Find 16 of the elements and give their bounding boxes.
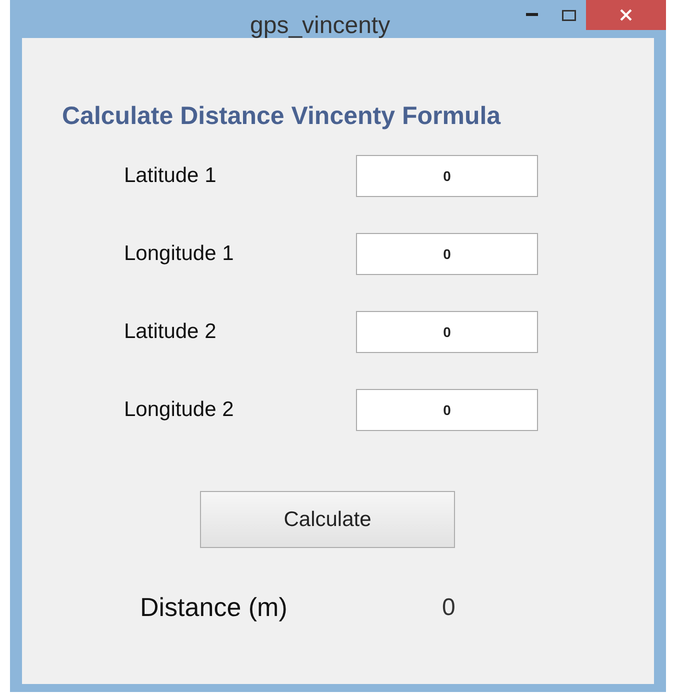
input-field[interactable]: 0 — [356, 155, 538, 197]
maximize-icon — [562, 10, 576, 20]
window-title: gps_vincenty — [250, 14, 390, 38]
field-label: Latitude 2 — [124, 319, 218, 346]
minimize-icon — [526, 13, 538, 17]
distance-label: Distance (m) — [140, 591, 288, 624]
form-heading: Calculate Distance Vincenty Formula — [62, 104, 502, 129]
field-label: Longitude 2 — [124, 397, 235, 424]
field-label: Longitude 1 — [124, 241, 235, 268]
input-field[interactable]: 0 — [356, 233, 538, 275]
input-field[interactable]: 0 — [356, 311, 538, 353]
distance-value: 0 — [442, 592, 456, 622]
calculate-button[interactable]: Calculate — [200, 491, 455, 548]
field-label: Latitude 1 — [124, 163, 218, 190]
input-field[interactable]: 0 — [356, 389, 538, 431]
close-icon — [620, 9, 632, 21]
